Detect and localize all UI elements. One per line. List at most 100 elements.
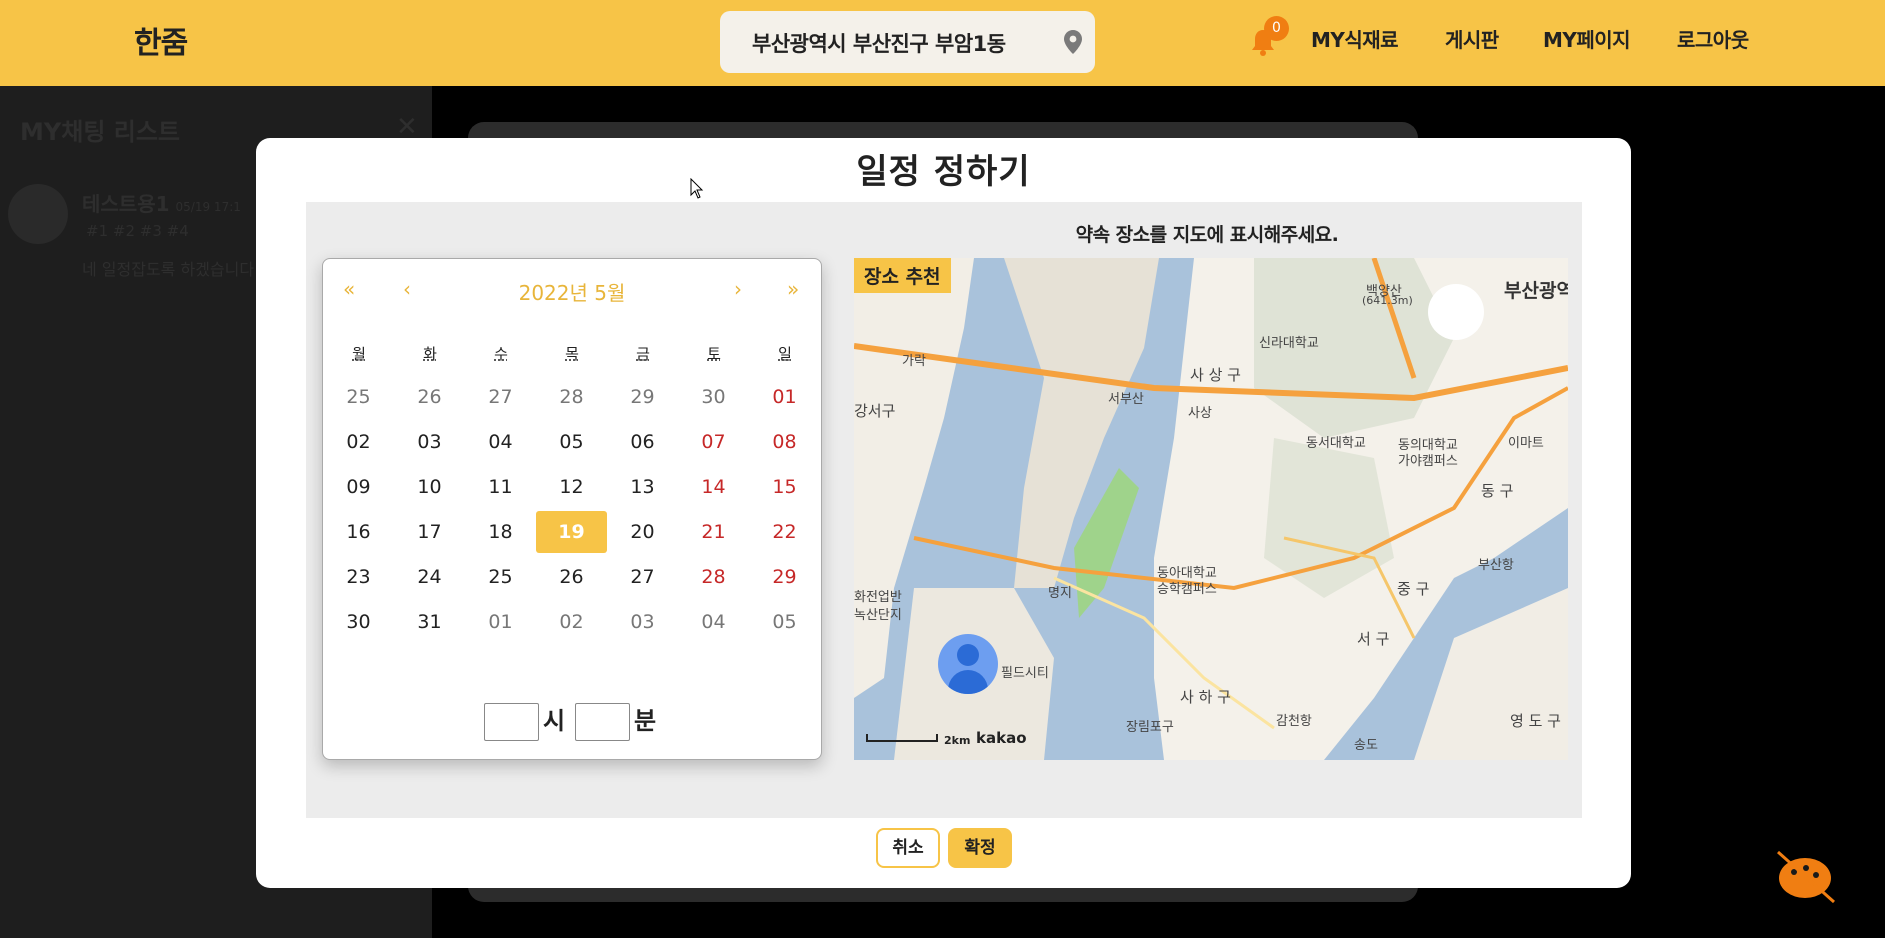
map-label: 화전업반 — [854, 590, 902, 605]
calendar-day[interactable]: 06 — [607, 421, 678, 463]
calendar-day[interactable]: 11 — [465, 466, 536, 508]
map-label: 영 도 구 — [1510, 712, 1561, 730]
map-label: 강서구 — [854, 402, 896, 420]
cancel-button[interactable]: 취소 — [876, 828, 940, 868]
calendar-day[interactable]: 10 — [394, 466, 465, 508]
map-label: 서 구 — [1357, 630, 1390, 648]
chat-item-name-text: 테스트용1 — [82, 192, 170, 216]
map-label: 중 구 — [1397, 580, 1430, 598]
map-label: 부산광역 — [1504, 280, 1568, 302]
calendar-day[interactable]: 02 — [323, 421, 394, 463]
nav-my-page[interactable]: MY페이지 — [1543, 24, 1631, 53]
modal-content: « ‹ 2022년 5월 › » 월 화 수 목 금 토 일 25 26 27 … — [306, 202, 1582, 818]
map-label: 신라대학교 — [1259, 336, 1319, 351]
calendar-day[interactable]: 05 — [749, 601, 820, 643]
calendar-day[interactable]: 09 — [323, 466, 394, 508]
calendar-day[interactable]: 03 — [607, 601, 678, 643]
weekday-thu: 목 — [565, 345, 579, 363]
calendar-day[interactable]: 25 — [323, 376, 394, 418]
chat-list-title: MY채팅 리스트 — [20, 118, 181, 146]
calendar-day[interactable]: 14 — [678, 466, 749, 508]
calendar-day-selected[interactable]: 19 — [536, 511, 607, 553]
calendar-day[interactable]: 21 — [678, 511, 749, 553]
calendar-day[interactable]: 24 — [394, 556, 465, 598]
modal-title: 일정 정하기 — [856, 152, 1031, 192]
chat-item-name[interactable]: 테스트용1 05/19 17:1 — [82, 188, 241, 217]
map-label: 녹산단지 — [854, 608, 902, 623]
calendar-day[interactable]: 20 — [607, 511, 678, 553]
nav-logout[interactable]: 로그아웃 — [1677, 24, 1749, 53]
map-label: (641.3m) — [1362, 294, 1413, 307]
calendar-day[interactable]: 30 — [678, 376, 749, 418]
map-scale-text: 2km — [944, 734, 971, 747]
top-navbar: 한줌 부산광역시 부산진구 부암1동 0 MY식재료 게시판 MY페이지 로그아… — [0, 0, 1885, 86]
user-location-marker[interactable] — [938, 634, 998, 694]
hour-label: 시 — [543, 707, 566, 735]
chat-item-tags: #1 #2 #3 #4 — [86, 222, 189, 240]
map-provider-logo: kakao — [976, 729, 1027, 747]
nav-board[interactable]: 게시판 — [1445, 24, 1499, 53]
next-year-button[interactable]: » — [787, 277, 799, 301]
calendar-day[interactable]: 29 — [749, 556, 820, 598]
calendar-day[interactable]: 28 — [678, 556, 749, 598]
calendar-day[interactable]: 01 — [749, 376, 820, 418]
calendar-day[interactable]: 05 — [536, 421, 607, 463]
calendar-day[interactable]: 08 — [749, 421, 820, 463]
calendar-day[interactable]: 26 — [394, 376, 465, 418]
calendar-day[interactable]: 22 — [749, 511, 820, 553]
next-month-button[interactable]: › — [734, 277, 742, 301]
map-label: 부산항 — [1478, 558, 1514, 573]
calendar-day[interactable]: 15 — [749, 466, 820, 508]
calendar-day[interactable]: 01 — [465, 601, 536, 643]
calendar-day[interactable]: 16 — [323, 511, 394, 553]
calendar-day[interactable]: 27 — [465, 376, 536, 418]
confirm-button[interactable]: 확정 — [948, 828, 1012, 868]
calendar-day[interactable]: 18 — [465, 511, 536, 553]
map-label: 승학캠퍼스 — [1157, 582, 1217, 597]
calendar-day[interactable]: 17 — [394, 511, 465, 553]
calendar-day[interactable]: 07 — [678, 421, 749, 463]
calendar-day[interactable]: 03 — [394, 421, 465, 463]
notification-count-badge: 0 — [1264, 16, 1289, 41]
calendar-day[interactable]: 29 — [607, 376, 678, 418]
calendar-day[interactable]: 30 — [323, 601, 394, 643]
map-caption: 약속 장소를 지도에 표시해주세요. — [1075, 224, 1339, 246]
app-logo[interactable]: 한줌 — [134, 18, 188, 62]
location-selector[interactable]: 부산광역시 부산진구 부암1동 — [720, 11, 1095, 73]
minute-input[interactable] — [575, 703, 630, 741]
user-icon-body — [948, 670, 988, 694]
calendar-day[interactable]: 28 — [536, 376, 607, 418]
map-view[interactable]: 장소 추천 백양산 (641.3m) 부산광역 신라대학교 사 상 구 서부산 … — [854, 258, 1568, 760]
calendar-day[interactable]: 13 — [607, 466, 678, 508]
calendar-month-label[interactable]: 2022년 5월 — [323, 277, 821, 306]
calendar-day[interactable]: 02 — [536, 601, 607, 643]
calendar-day[interactable]: 31 — [394, 601, 465, 643]
hour-input[interactable] — [484, 703, 539, 741]
schedule-modal: 일정 정하기 « ‹ 2022년 5월 › » 월 화 수 목 금 토 일 25… — [256, 138, 1631, 888]
map-scale-bar — [866, 734, 938, 742]
calendar-day[interactable]: 26 — [536, 556, 607, 598]
weekday-wed: 수 — [494, 345, 508, 363]
calendar-day[interactable]: 04 — [465, 421, 536, 463]
calendar-day[interactable]: 04 — [678, 601, 749, 643]
map-label: 필드시티 — [1001, 666, 1049, 681]
map-label: 명지 — [1048, 586, 1072, 601]
map-label: 가락 — [902, 354, 926, 369]
calendar-day[interactable]: 12 — [536, 466, 607, 508]
minute-label: 분 — [634, 707, 657, 735]
map-label: 이마트 — [1508, 436, 1544, 451]
avatar — [8, 184, 68, 244]
paint-palette-icon[interactable] — [1772, 848, 1838, 904]
calendar-day[interactable]: 23 — [323, 556, 394, 598]
nav-my-ingredients[interactable]: MY식재료 — [1311, 24, 1399, 53]
location-text: 부산광역시 부산진구 부암1동 — [752, 32, 1006, 56]
map-label: 감천항 — [1276, 714, 1312, 729]
place-recommend-button[interactable]: 장소 추천 — [854, 258, 951, 293]
map-label: 동 구 — [1481, 482, 1514, 500]
mouse-cursor-icon — [690, 178, 704, 199]
mascot-icon — [1428, 284, 1484, 340]
weekday-mon: 월 — [352, 345, 366, 363]
calendar-day[interactable]: 25 — [465, 556, 536, 598]
calendar-day[interactable]: 27 — [607, 556, 678, 598]
map-label: 동서대학교 — [1306, 436, 1366, 451]
